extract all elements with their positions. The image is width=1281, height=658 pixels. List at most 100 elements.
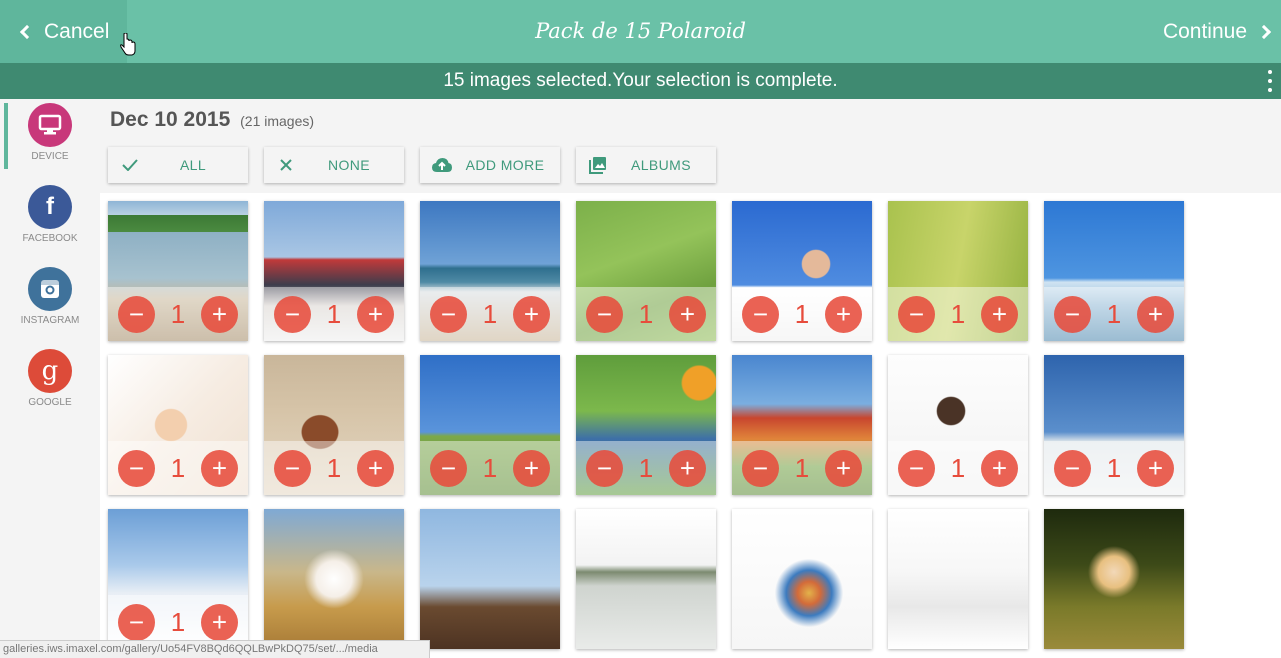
monitor-icon: [28, 103, 72, 147]
quantity-value: 1: [482, 298, 498, 329]
select-all-button[interactable]: ALL: [108, 147, 248, 183]
decrease-button[interactable]: −: [898, 449, 935, 487]
selection-status-bar: 15 images selected.Your selection is com…: [0, 63, 1281, 99]
increase-button[interactable]: +: [1137, 295, 1174, 333]
increase-button[interactable]: +: [513, 449, 550, 487]
increase-button[interactable]: +: [201, 603, 238, 641]
quantity-controls: − 1 +: [888, 287, 1028, 341]
photo-tile[interactable]: − 1 +: [888, 355, 1028, 495]
quantity-controls: − 1 +: [732, 441, 872, 495]
sidebar-item-facebook[interactable]: f FACEBOOK: [0, 181, 100, 257]
quantity-value: 1: [638, 452, 654, 483]
increase-button[interactable]: +: [669, 295, 706, 333]
sidebar-label-instagram: INSTAGRAM: [20, 315, 80, 326]
photo-tile[interactable]: [264, 509, 404, 649]
photo-image: [576, 509, 716, 649]
increase-button[interactable]: +: [357, 449, 394, 487]
quantity-value: 1: [950, 298, 966, 329]
increase-button[interactable]: +: [669, 449, 706, 487]
continue-label: Continue: [1162, 19, 1247, 43]
increase-button[interactable]: +: [825, 295, 862, 333]
photo-tile[interactable]: − 1 +: [576, 355, 716, 495]
top-bar: Pack de 15 Polaroid Cancel Continue: [0, 0, 1281, 63]
decrease-button[interactable]: −: [898, 295, 935, 333]
photo-image: [264, 509, 404, 649]
decrease-button[interactable]: −: [586, 449, 623, 487]
decrease-button[interactable]: −: [118, 449, 155, 487]
quantity-controls: − 1 +: [420, 287, 560, 341]
quantity-value: 1: [794, 452, 810, 483]
decrease-button[interactable]: −: [742, 449, 779, 487]
quantity-controls: − 1 +: [1044, 287, 1184, 341]
photo-tile[interactable]: − 1 +: [732, 201, 872, 341]
cancel-button[interactable]: Cancel: [0, 0, 127, 63]
add-more-button[interactable]: ADD MORE: [420, 147, 560, 183]
select-all-label: ALL: [179, 157, 207, 173]
photo-tile[interactable]: [1044, 509, 1184, 649]
quantity-value: 1: [1106, 452, 1122, 483]
quantity-controls: − 1 +: [888, 441, 1028, 495]
album-header: Dec 10 2015 (21 images) ALL NONE ADD MOR…: [100, 99, 1281, 193]
photo-tile[interactable]: [576, 509, 716, 649]
increase-button[interactable]: +: [981, 295, 1018, 333]
cloud-upload-icon: [420, 157, 464, 173]
photo-tile[interactable]: − 1 +: [108, 509, 248, 649]
increase-button[interactable]: +: [1137, 449, 1174, 487]
more-options-icon[interactable]: [1267, 70, 1273, 92]
quantity-controls: − 1 +: [576, 441, 716, 495]
increase-button[interactable]: +: [357, 295, 394, 333]
quantity-value: 1: [170, 452, 186, 483]
sidebar-item-google[interactable]: g GOOGLE: [0, 345, 100, 421]
decrease-button[interactable]: −: [430, 449, 467, 487]
photo-tile[interactable]: [420, 509, 560, 649]
select-none-label: NONE: [327, 157, 371, 173]
continue-button[interactable]: Continue: [1163, 0, 1281, 63]
quantity-value: 1: [950, 452, 966, 483]
photo-tile[interactable]: − 1 +: [888, 201, 1028, 341]
increase-button[interactable]: +: [981, 449, 1018, 487]
increase-button[interactable]: +: [201, 295, 238, 333]
photo-tile[interactable]: − 1 +: [1044, 355, 1184, 495]
chevron-left-icon: [19, 24, 35, 39]
photo-tile[interactable]: − 1 +: [108, 201, 248, 341]
photo-tile[interactable]: − 1 +: [732, 355, 872, 495]
photo-tile[interactable]: [888, 509, 1028, 649]
photo-tile[interactable]: [732, 509, 872, 649]
decrease-button[interactable]: −: [1054, 295, 1091, 333]
photo-tile[interactable]: − 1 +: [420, 201, 560, 341]
decrease-button[interactable]: −: [118, 603, 155, 641]
source-sidebar: DEVICE f FACEBOOK INSTAGRAM g GOOGLE: [0, 99, 100, 658]
quantity-value: 1: [794, 298, 810, 329]
increase-button[interactable]: +: [513, 295, 550, 333]
photo-tile[interactable]: − 1 +: [576, 201, 716, 341]
quantity-controls: − 1 +: [108, 287, 248, 341]
photo-image: [1044, 509, 1184, 649]
cancel-label: Cancel: [44, 19, 110, 43]
quantity-value: 1: [326, 298, 342, 329]
photo-image: [732, 509, 872, 649]
decrease-button[interactable]: −: [274, 449, 311, 487]
decrease-button[interactable]: −: [1054, 449, 1091, 487]
chevron-right-icon: [1256, 24, 1272, 39]
photo-tile[interactable]: − 1 +: [1044, 201, 1184, 341]
increase-button[interactable]: +: [201, 449, 238, 487]
decrease-button[interactable]: −: [742, 295, 779, 333]
sidebar-label-device: DEVICE: [31, 151, 69, 162]
albums-button[interactable]: ALBUMS: [576, 147, 716, 183]
quantity-controls: − 1 +: [108, 441, 248, 495]
photo-tile[interactable]: − 1 +: [108, 355, 248, 495]
photo-tile[interactable]: − 1 +: [264, 201, 404, 341]
decrease-button[interactable]: −: [430, 295, 467, 333]
mouse-pointer-icon: [120, 33, 136, 56]
select-none-button[interactable]: NONE: [264, 147, 404, 183]
decrease-button[interactable]: −: [274, 295, 311, 333]
selection-status-text: 15 images selected.Your selection is com…: [443, 70, 838, 91]
sidebar-item-device[interactable]: DEVICE: [0, 99, 100, 175]
decrease-button[interactable]: −: [586, 295, 623, 333]
increase-button[interactable]: +: [825, 449, 862, 487]
decrease-button[interactable]: −: [118, 295, 155, 333]
sidebar-item-instagram[interactable]: INSTAGRAM: [0, 263, 100, 339]
photo-tile[interactable]: − 1 +: [420, 355, 560, 495]
photo-image: [888, 509, 1028, 649]
photo-tile[interactable]: − 1 +: [264, 355, 404, 495]
